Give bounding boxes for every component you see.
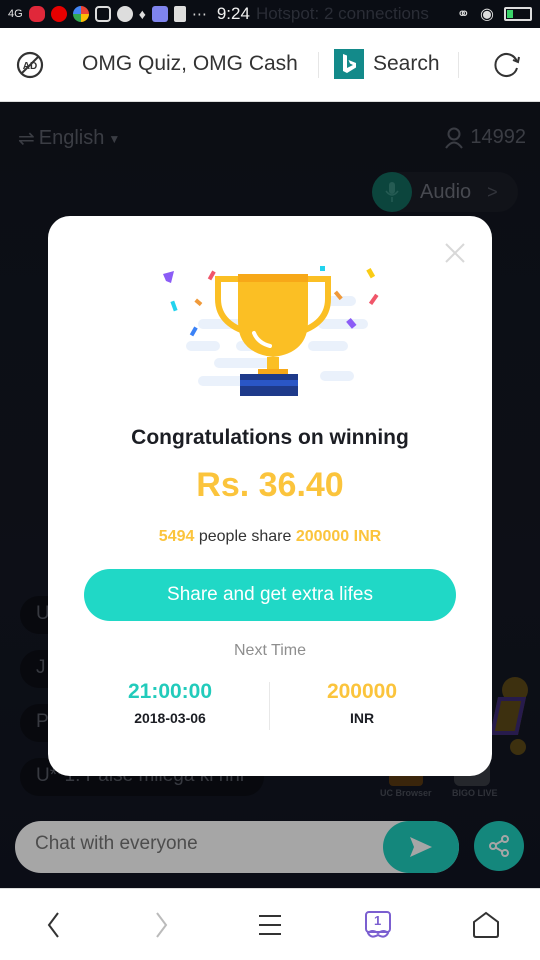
next-prize-value: 200000 bbox=[326, 680, 398, 703]
instagram-icon bbox=[94, 6, 111, 22]
next-date-value: 2018-03-06 bbox=[134, 710, 206, 726]
forward-button[interactable] bbox=[142, 907, 182, 943]
next-time-label: Next Time bbox=[233, 642, 306, 659]
home-button[interactable] bbox=[466, 907, 506, 943]
download-icon bbox=[173, 6, 186, 22]
trophy-icon bbox=[163, 266, 379, 396]
next-game-time: 21:00:00 2018-03-06 bbox=[70, 680, 270, 726]
chevron-right-icon bbox=[156, 912, 168, 938]
search-button[interactable]: Search bbox=[373, 52, 440, 76]
tab-count: 1 bbox=[374, 913, 382, 928]
divider bbox=[318, 52, 319, 78]
app-notification-icon bbox=[151, 6, 168, 22]
next-prize-currency: INR bbox=[349, 710, 375, 726]
ad-block-icon[interactable]: AD bbox=[16, 51, 44, 79]
eye-icon: ◉ bbox=[480, 6, 494, 23]
headset-icon: ⚭ bbox=[456, 6, 471, 23]
more-icon: ⋯ bbox=[191, 6, 207, 23]
vodafone-icon bbox=[50, 6, 67, 22]
next-time-value: 21:00:00 bbox=[127, 680, 213, 703]
screen: 4G ♦ ⋯ 9:24 Hotspot: 2 connections ⚭ ◉ A… bbox=[0, 0, 540, 960]
share-text: people share bbox=[198, 528, 292, 545]
airtel-icon bbox=[28, 6, 45, 22]
clock: 9:24 bbox=[216, 4, 250, 23]
winner-count: 5494 bbox=[158, 528, 195, 545]
winning-amount: Rs. 36.40 bbox=[196, 466, 344, 504]
share-extra-lives-button[interactable]: Share and get extra lifes bbox=[84, 569, 456, 621]
divider bbox=[458, 52, 459, 78]
signal-icon: 4G bbox=[8, 8, 23, 20]
home-icon bbox=[473, 911, 499, 938]
close-icon[interactable] bbox=[444, 242, 466, 264]
google-icon bbox=[72, 6, 89, 22]
dialog-title: Congratulations on winning bbox=[131, 426, 409, 449]
browser-bottom-nav: 1 bbox=[0, 888, 540, 960]
browser-toolbar: AD OMG Quiz, OMG Cash Search bbox=[0, 28, 540, 102]
menu-button[interactable] bbox=[250, 907, 290, 943]
battery-icon bbox=[504, 7, 532, 21]
page-title[interactable]: OMG Quiz, OMG Cash bbox=[82, 52, 298, 76]
status-bar: 4G ♦ ⋯ 9:24 Hotspot: 2 connections ⚭ ◉ bbox=[0, 0, 540, 28]
menu-icon bbox=[259, 915, 281, 935]
back-button[interactable] bbox=[33, 907, 73, 943]
prize-pool: 200000 INR bbox=[295, 528, 382, 545]
hotspot-text: Hotspot: 2 connections bbox=[255, 4, 429, 23]
twitter-icon: ♦ bbox=[138, 6, 146, 22]
next-game-prize: 200000 INR bbox=[262, 680, 462, 726]
messenger-icon bbox=[116, 6, 133, 22]
winning-dialog: Congratulations on winning Rs. 36.40 549… bbox=[48, 216, 492, 776]
bing-logo-icon[interactable] bbox=[334, 49, 364, 79]
share-summary: 5494 people share 200000 INR bbox=[48, 528, 492, 546]
reload-icon[interactable] bbox=[492, 50, 522, 80]
chevron-left-icon bbox=[47, 912, 59, 938]
tabs-button[interactable]: 1 bbox=[358, 907, 398, 943]
